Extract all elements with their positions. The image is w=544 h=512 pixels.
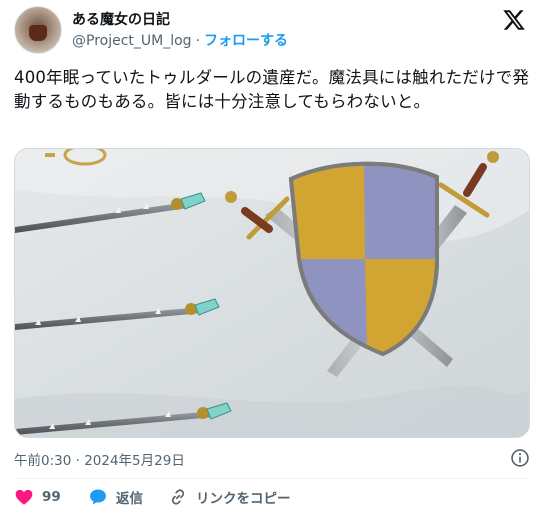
like-count: 99	[42, 489, 61, 505]
follow-button[interactable]: フォローする	[204, 33, 288, 49]
tweet-meta: 午前0:30 · 2024年5月29日	[14, 448, 530, 469]
x-logo-icon[interactable]	[502, 8, 526, 32]
tweet-header: ある魔女の日記 @Project_UM_log · フォローする	[14, 6, 530, 54]
info-icon[interactable]	[510, 448, 530, 468]
avatar[interactable]	[14, 6, 62, 54]
link-icon	[171, 489, 185, 505]
copy-link-label: リンクをコピー	[196, 491, 291, 507]
separator-dot: ·	[195, 33, 201, 49]
speech-bubble-icon	[90, 489, 106, 505]
tweet-text: 400年眠っていたトゥルダールの遺産だ。魔法具には触れただけで発動するものもある…	[14, 68, 530, 111]
timestamp[interactable]: 午前0:30 · 2024年5月29日	[14, 449, 185, 469]
weapons-illustration	[15, 149, 529, 437]
author-display-name[interactable]: ある魔女の日記	[72, 9, 170, 29]
heart-icon	[15, 489, 33, 505]
like-button[interactable]: 99	[14, 486, 61, 508]
copy-link-button[interactable]: リンクをコピー	[168, 486, 291, 508]
divider	[14, 478, 530, 479]
reply-button[interactable]: 返信	[88, 486, 143, 508]
avatar-pot	[29, 25, 47, 41]
author-handle-row: @Project_UM_log · フォローする	[72, 30, 288, 50]
tweet-image[interactable]	[14, 148, 530, 438]
tweet-actions: 99 返信 リンクをコピー	[14, 486, 530, 508]
reply-label: 返信	[116, 491, 143, 507]
author-handle[interactable]: @Project_UM_log	[72, 33, 192, 49]
